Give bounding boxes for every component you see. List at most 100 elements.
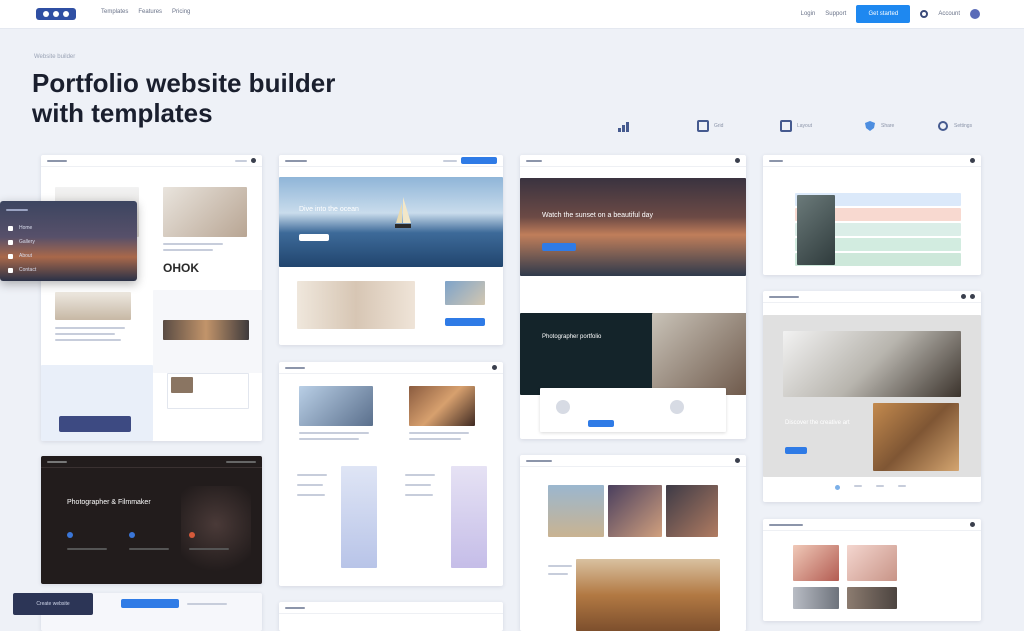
card-header	[279, 155, 503, 167]
menu-icon	[735, 458, 740, 463]
sunset-hero-image	[520, 178, 746, 276]
interior-photo	[297, 281, 415, 329]
menu-icon	[735, 158, 740, 163]
panel-row[interactable]: Home	[8, 225, 36, 231]
square-icon	[8, 225, 13, 231]
template-card-8[interactable]: Discover the creative art	[763, 291, 981, 502]
square-icon	[8, 239, 13, 245]
layout-icon	[780, 120, 792, 132]
toolbar-item-layout[interactable]: Layout	[780, 120, 812, 132]
nav-links: Templates Features Pricing	[101, 9, 190, 15]
get-started-button[interactable]: Get started	[856, 5, 911, 23]
card-header	[520, 155, 746, 167]
menu-icon	[492, 365, 497, 370]
food-photo	[409, 386, 475, 426]
panel-row[interactable]: Gallery	[8, 239, 36, 245]
ocean-hero-image	[279, 177, 503, 267]
logo-icon[interactable]	[36, 6, 76, 22]
template-card-5[interactable]: Watch the sunset on a beautiful day Phot…	[520, 155, 746, 439]
avatar	[670, 400, 684, 414]
texture-photo	[873, 403, 959, 471]
card2-button[interactable]	[445, 318, 485, 326]
small-photo	[171, 377, 193, 393]
sidebar-block-left	[341, 466, 377, 568]
panel-header	[6, 209, 28, 211]
toolbar-item-stats[interactable]	[617, 120, 631, 132]
page-dot[interactable]	[835, 485, 840, 490]
thumb-1	[793, 587, 839, 609]
panel-row[interactable]: Contact	[8, 267, 36, 273]
square-icon	[8, 267, 13, 273]
bullet-icon	[67, 532, 73, 538]
card-header	[763, 291, 981, 303]
avatar	[556, 400, 570, 414]
card8-button[interactable]	[785, 447, 807, 454]
ocean-headline: Dive into the ocean	[299, 206, 359, 213]
menu-icon	[970, 158, 975, 163]
dark-headline: Photographer & Filmmaker	[67, 499, 151, 506]
nav-link-templates[interactable]: Templates	[101, 9, 128, 15]
nav-link-support[interactable]: Support	[825, 11, 846, 17]
nav-right: Login Support Get started Account	[801, 5, 980, 23]
template-card-10[interactable]: Photographer & Filmmaker	[41, 456, 262, 584]
template-card-7[interactable]	[763, 155, 981, 275]
ocean-cta-button[interactable]	[299, 234, 329, 241]
contact-button[interactable]	[588, 420, 614, 427]
floating-menu-panel[interactable]: Home Gallery About Contact	[0, 201, 137, 281]
card-header	[279, 602, 503, 614]
photo-landscape	[163, 320, 249, 340]
shield-icon	[865, 121, 875, 131]
bell-icon[interactable]	[920, 10, 929, 18]
eyebrow-text: Website builder	[34, 54, 76, 60]
panel-list: Home Gallery About Contact	[8, 225, 36, 273]
template-card-3[interactable]	[279, 362, 503, 586]
panel-row[interactable]: About	[8, 253, 36, 259]
card-header	[41, 456, 262, 468]
photo-plants	[55, 292, 131, 320]
gallery-photo-3	[666, 485, 718, 537]
menu-icon	[970, 294, 975, 299]
sunset-headline: Watch the sunset on a beautiful day	[542, 212, 654, 219]
creative-text: Discover the creative art	[785, 420, 850, 426]
sidebar-block-right	[451, 466, 487, 568]
toolbar-item-share[interactable]: Share	[864, 120, 894, 132]
menu-icon	[970, 522, 975, 527]
living-room-photo	[783, 331, 961, 397]
card-header	[520, 455, 746, 467]
create-website-button[interactable]: Create website	[13, 593, 93, 615]
card-header	[763, 155, 981, 167]
gallery-photo-1	[548, 485, 604, 537]
pagination	[835, 485, 906, 490]
thumbnail-photo	[445, 281, 485, 305]
square-icon	[8, 253, 13, 259]
top-nav: Templates Features Pricing Login Support…	[0, 0, 1024, 29]
profile-photo	[299, 386, 373, 426]
template-card-1[interactable]: OHOK	[41, 155, 262, 441]
portrait-photo-1	[793, 545, 839, 581]
card1-button[interactable]	[59, 416, 131, 432]
template-card-6[interactable]	[520, 455, 746, 631]
template-card-2[interactable]: Dive into the ocean	[279, 155, 503, 345]
portrait-photo-2	[847, 545, 897, 581]
template-card-9[interactable]	[763, 519, 981, 621]
grid-icon	[697, 120, 709, 132]
nav-link-pricing[interactable]: Pricing	[172, 9, 190, 15]
account-link[interactable]: Account	[938, 11, 960, 17]
brand-text: OHOK	[163, 261, 199, 275]
sunset-cta-button[interactable]	[542, 243, 576, 251]
bar-chart-icon	[618, 122, 629, 132]
card11-button[interactable]	[121, 599, 179, 608]
nav-link-login[interactable]: Login	[801, 11, 816, 17]
template-card-4[interactable]	[279, 602, 503, 631]
menu-icon	[961, 294, 966, 299]
thumb-2	[847, 587, 897, 609]
toolbar-item-grid[interactable]: Grid	[697, 120, 723, 132]
title-line-1: Portfolio website builder	[32, 68, 336, 98]
toolbar-item-settings[interactable]: Settings	[937, 120, 972, 132]
avatar[interactable]	[970, 9, 980, 19]
card-header	[763, 519, 981, 531]
nav-link-features[interactable]: Features	[138, 9, 162, 15]
photographer-headline: Photographer portfolio	[542, 334, 602, 340]
card-header	[41, 155, 262, 167]
gallery-photo-2	[608, 485, 662, 537]
